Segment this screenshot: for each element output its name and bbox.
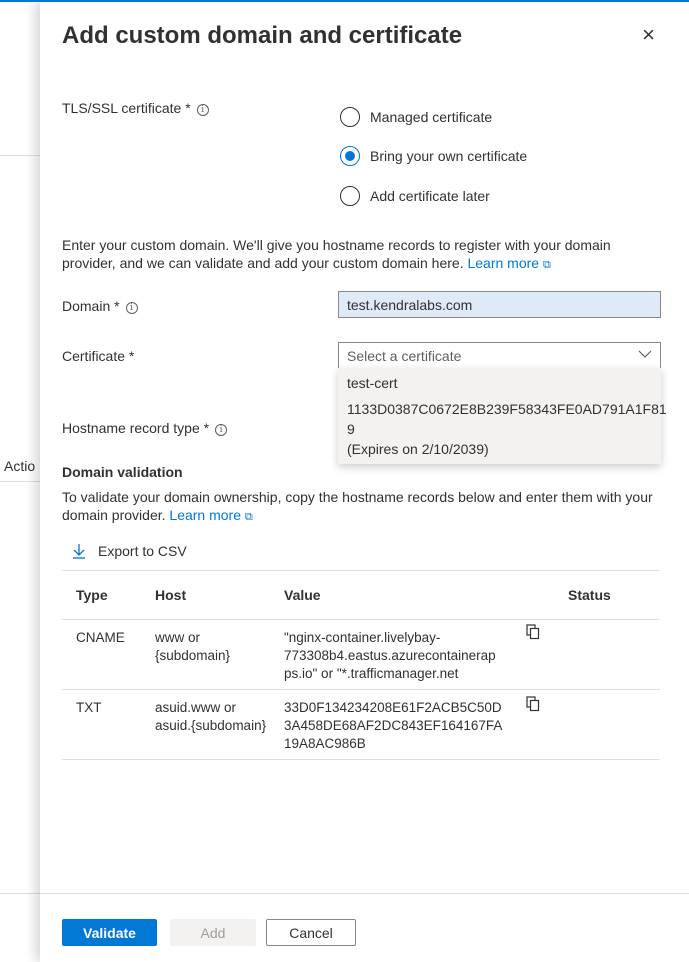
cell-value: 33D0F134234208E61F2ACB5C50D 3A458DE68AF2… [284,699,502,753]
info-icon[interactable]: i [196,104,209,116]
copy-icon[interactable] [526,624,540,643]
cell-host-line: www or [155,630,201,645]
table-divider [62,689,660,690]
radio-label: Add certificate later [370,188,490,204]
radio-label: Bring your own certificate [370,148,528,164]
certificate-thumbprint-line2: 9 [347,421,355,437]
tls-label: TLS/SSL certificate * i [62,100,209,116]
certificate-label: Certificate * [62,348,135,364]
close-icon[interactable]: × [642,24,655,46]
column-header-value: Value [284,587,321,603]
domain-validation-text: To validate your domain ownership, copy … [62,489,653,523]
chevron-down-icon [638,347,652,364]
certificate-option-detail[interactable]: 1133D0387C0672E8B239F58343FE0AD791A1F81 … [347,399,667,459]
domain-validation-title: Domain validation [62,464,183,480]
learn-more-link[interactable]: Learn more [467,255,539,271]
cancel-button[interactable]: Cancel [266,919,356,946]
cell-value: "nginx-container.livelybay- 773308b4.eas… [284,629,496,683]
cell-value-line: "nginx-container.livelybay- [284,630,441,645]
cell-type: CNAME [76,630,125,645]
cell-host-line: asuid.www or [155,700,237,715]
certificate-option-name[interactable]: test-cert [347,373,652,393]
background-divider [0,893,44,894]
certificate-select[interactable]: Select a certificate [338,342,661,369]
radio-bring-your-own-certificate[interactable]: Bring your own certificate [340,146,527,166]
export-label: Export to CSV [98,543,187,559]
domain-input[interactable]: test.kendralabs.com [338,291,661,318]
cell-value-line: 19A8AC986B [284,736,366,751]
panel-footer: Validate Add Cancel [40,893,689,962]
certificate-thumbprint-line1: 1133D0387C0672E8B239F58343FE0AD791A1F81 [347,401,667,417]
cell-value-line: ps.io" or "*.trafficmanager.net [284,666,459,681]
download-icon [73,544,85,559]
domain-validation-description: To validate your domain ownership, copy … [62,488,662,526]
hostname-record-label-text: Hostname record type * [62,420,210,436]
column-header-status: Status [568,587,611,603]
cell-host-line: asuid.{subdomain} [155,718,267,733]
radio-circle[interactable] [340,186,360,206]
radio-managed-certificate[interactable]: Managed certificate [340,107,492,127]
radio-circle-selected[interactable] [340,146,360,166]
table-divider [62,759,660,760]
table-divider [62,570,660,571]
domain-label: Domain * i [62,298,138,314]
add-button: Add [170,919,256,946]
validate-button[interactable]: Validate [62,919,157,946]
certificate-expiry: (Expires on 2/10/2039) [347,441,489,457]
cell-value-line: 773308b4.eastus.azurecontainerap [284,648,496,663]
info-icon[interactable]: i [125,302,138,314]
background-page: Actio [0,0,44,962]
export-to-csv-button[interactable]: Export to CSV [72,543,187,559]
external-link-icon: ⧉ [244,511,253,523]
custom-domain-panel: Add custom domain and certificate × TLS/… [40,0,689,962]
table-divider [62,619,660,620]
certificate-dropdown-list: test-cert 1133D0387C0672E8B239F58343FE0A… [338,368,667,464]
cell-value-line: 33D0F134234208E61F2ACB5C50D [284,700,502,715]
domain-description: Enter your custom domain. We'll give you… [62,236,662,274]
panel-title: Add custom domain and certificate [62,22,463,49]
hostname-record-label: Hostname record type * i [62,420,228,436]
background-divider [0,481,44,482]
cell-type: TXT [76,700,102,715]
certificate-select-placeholder: Select a certificate [347,348,462,364]
cell-host: www or {subdomain} [155,629,230,665]
domain-label-text: Domain * [62,298,120,314]
tls-label-text: TLS/SSL certificate * [62,100,191,116]
radio-label: Managed certificate [370,109,493,125]
cell-value-line: 3A458DE68AF2DC843EF164167FA [284,718,503,733]
learn-more-link[interactable]: Learn more [169,507,241,523]
radio-add-certificate-later[interactable]: Add certificate later [340,186,490,206]
top-accent-bar [0,0,689,2]
background-partial-label: Actio [4,458,36,474]
column-header-type: Type [76,587,108,603]
cell-host: asuid.www or asuid.{subdomain} [155,699,266,735]
copy-icon[interactable] [526,696,540,715]
background-divider [0,155,44,156]
info-icon[interactable]: i [215,424,228,436]
external-link-icon: ⧉ [542,259,551,271]
cell-host-line: {subdomain} [155,648,231,663]
radio-circle[interactable] [340,107,360,127]
column-header-host: Host [155,587,187,603]
